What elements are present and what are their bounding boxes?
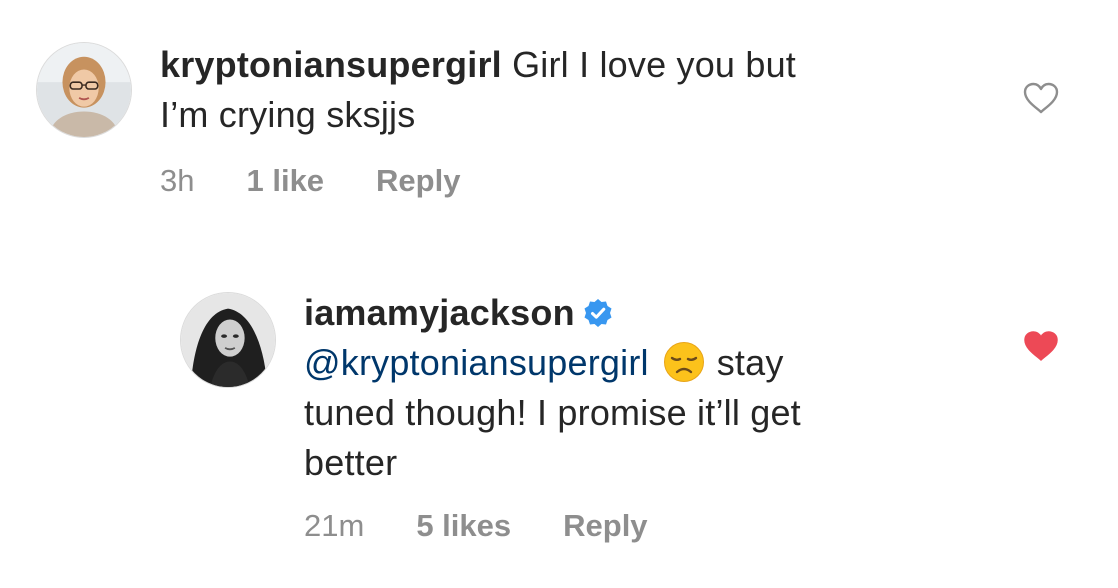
reply-timestamp: 21m <box>304 508 365 543</box>
heart-outline-icon <box>1023 82 1059 114</box>
avatar[interactable] <box>36 42 132 138</box>
comment-likes-count[interactable]: 1 like <box>246 163 324 199</box>
reply-body-line1: stay <box>716 342 784 383</box>
reply-body-line3: better <box>304 442 398 483</box>
reply-username[interactable]: iamamyjackson <box>304 292 575 333</box>
reply-body-line2: tuned though! I promise it’ll get <box>304 392 801 433</box>
reply-likes-count[interactable]: 5 likes <box>416 508 511 544</box>
like-button[interactable] <box>1023 330 1059 362</box>
comment-username[interactable]: kryptoniansupergirl <box>160 44 502 85</box>
comment-body-line2: I’m crying sksjjs <box>160 94 416 135</box>
like-button[interactable] <box>1023 82 1059 114</box>
verified-badge-icon <box>583 291 613 327</box>
reply-text: iamamyjackson @kryptoniansupergirl stay … <box>304 288 1024 488</box>
comment-meta: 3h 1 like Reply <box>160 163 460 199</box>
avatar-photo-icon <box>37 43 131 137</box>
reply-button[interactable]: Reply <box>376 163 460 199</box>
mention-link[interactable]: @kryptoniansupergirl <box>304 342 649 383</box>
comment-item: kryptoniansupergirl Girl I love you but … <box>0 0 1118 230</box>
comment-body-line1: Girl I love you but <box>501 44 797 85</box>
comment-text: kryptoniansupergirl Girl I love you but … <box>160 40 960 140</box>
heart-filled-icon <box>1024 331 1058 361</box>
avatar[interactable] <box>180 292 276 388</box>
reply-comment-item: iamamyjackson @kryptoniansupergirl stay … <box>0 260 1118 588</box>
comment-timestamp: 3h <box>160 163 195 198</box>
reply-meta: 21m 5 likes Reply <box>304 508 648 544</box>
reply-button[interactable]: Reply <box>563 508 647 544</box>
disappointed-face-icon <box>663 341 705 383</box>
avatar-photo-icon <box>181 293 275 387</box>
